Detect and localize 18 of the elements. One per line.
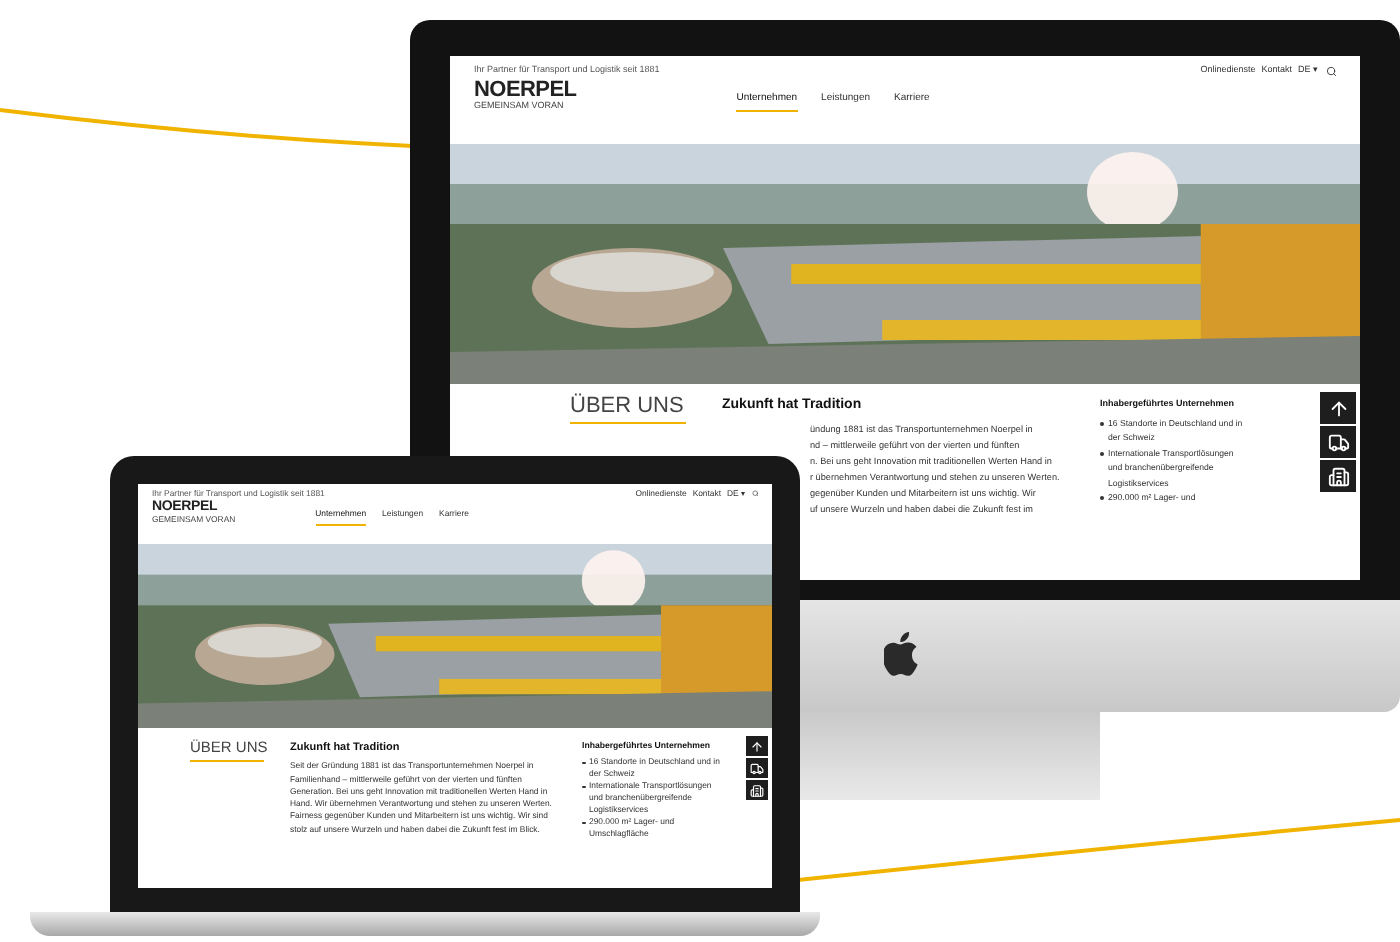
- arrow-up-icon: [750, 739, 764, 753]
- truck-button[interactable]: [746, 758, 768, 778]
- heading-underline: [570, 422, 686, 424]
- search-icon[interactable]: [1325, 65, 1336, 77]
- arrow-up-icon: [1327, 397, 1349, 419]
- building-icon: [750, 783, 764, 797]
- scroll-top-button[interactable]: [746, 736, 768, 756]
- section-heading: ÜBER UNS: [570, 396, 686, 418]
- building-icon: [1327, 465, 1349, 487]
- heading-underline: [190, 759, 264, 761]
- scroll-top-button[interactable]: [1320, 392, 1356, 424]
- truck-icon: [750, 761, 764, 775]
- truck-button[interactable]: [1320, 426, 1356, 458]
- building-button[interactable]: [1320, 460, 1356, 492]
- building-button[interactable]: [746, 780, 768, 800]
- truck-icon: [1327, 431, 1349, 453]
- apple-icon: [883, 630, 923, 678]
- logo[interactable]: NOERPEL: [474, 77, 577, 103]
